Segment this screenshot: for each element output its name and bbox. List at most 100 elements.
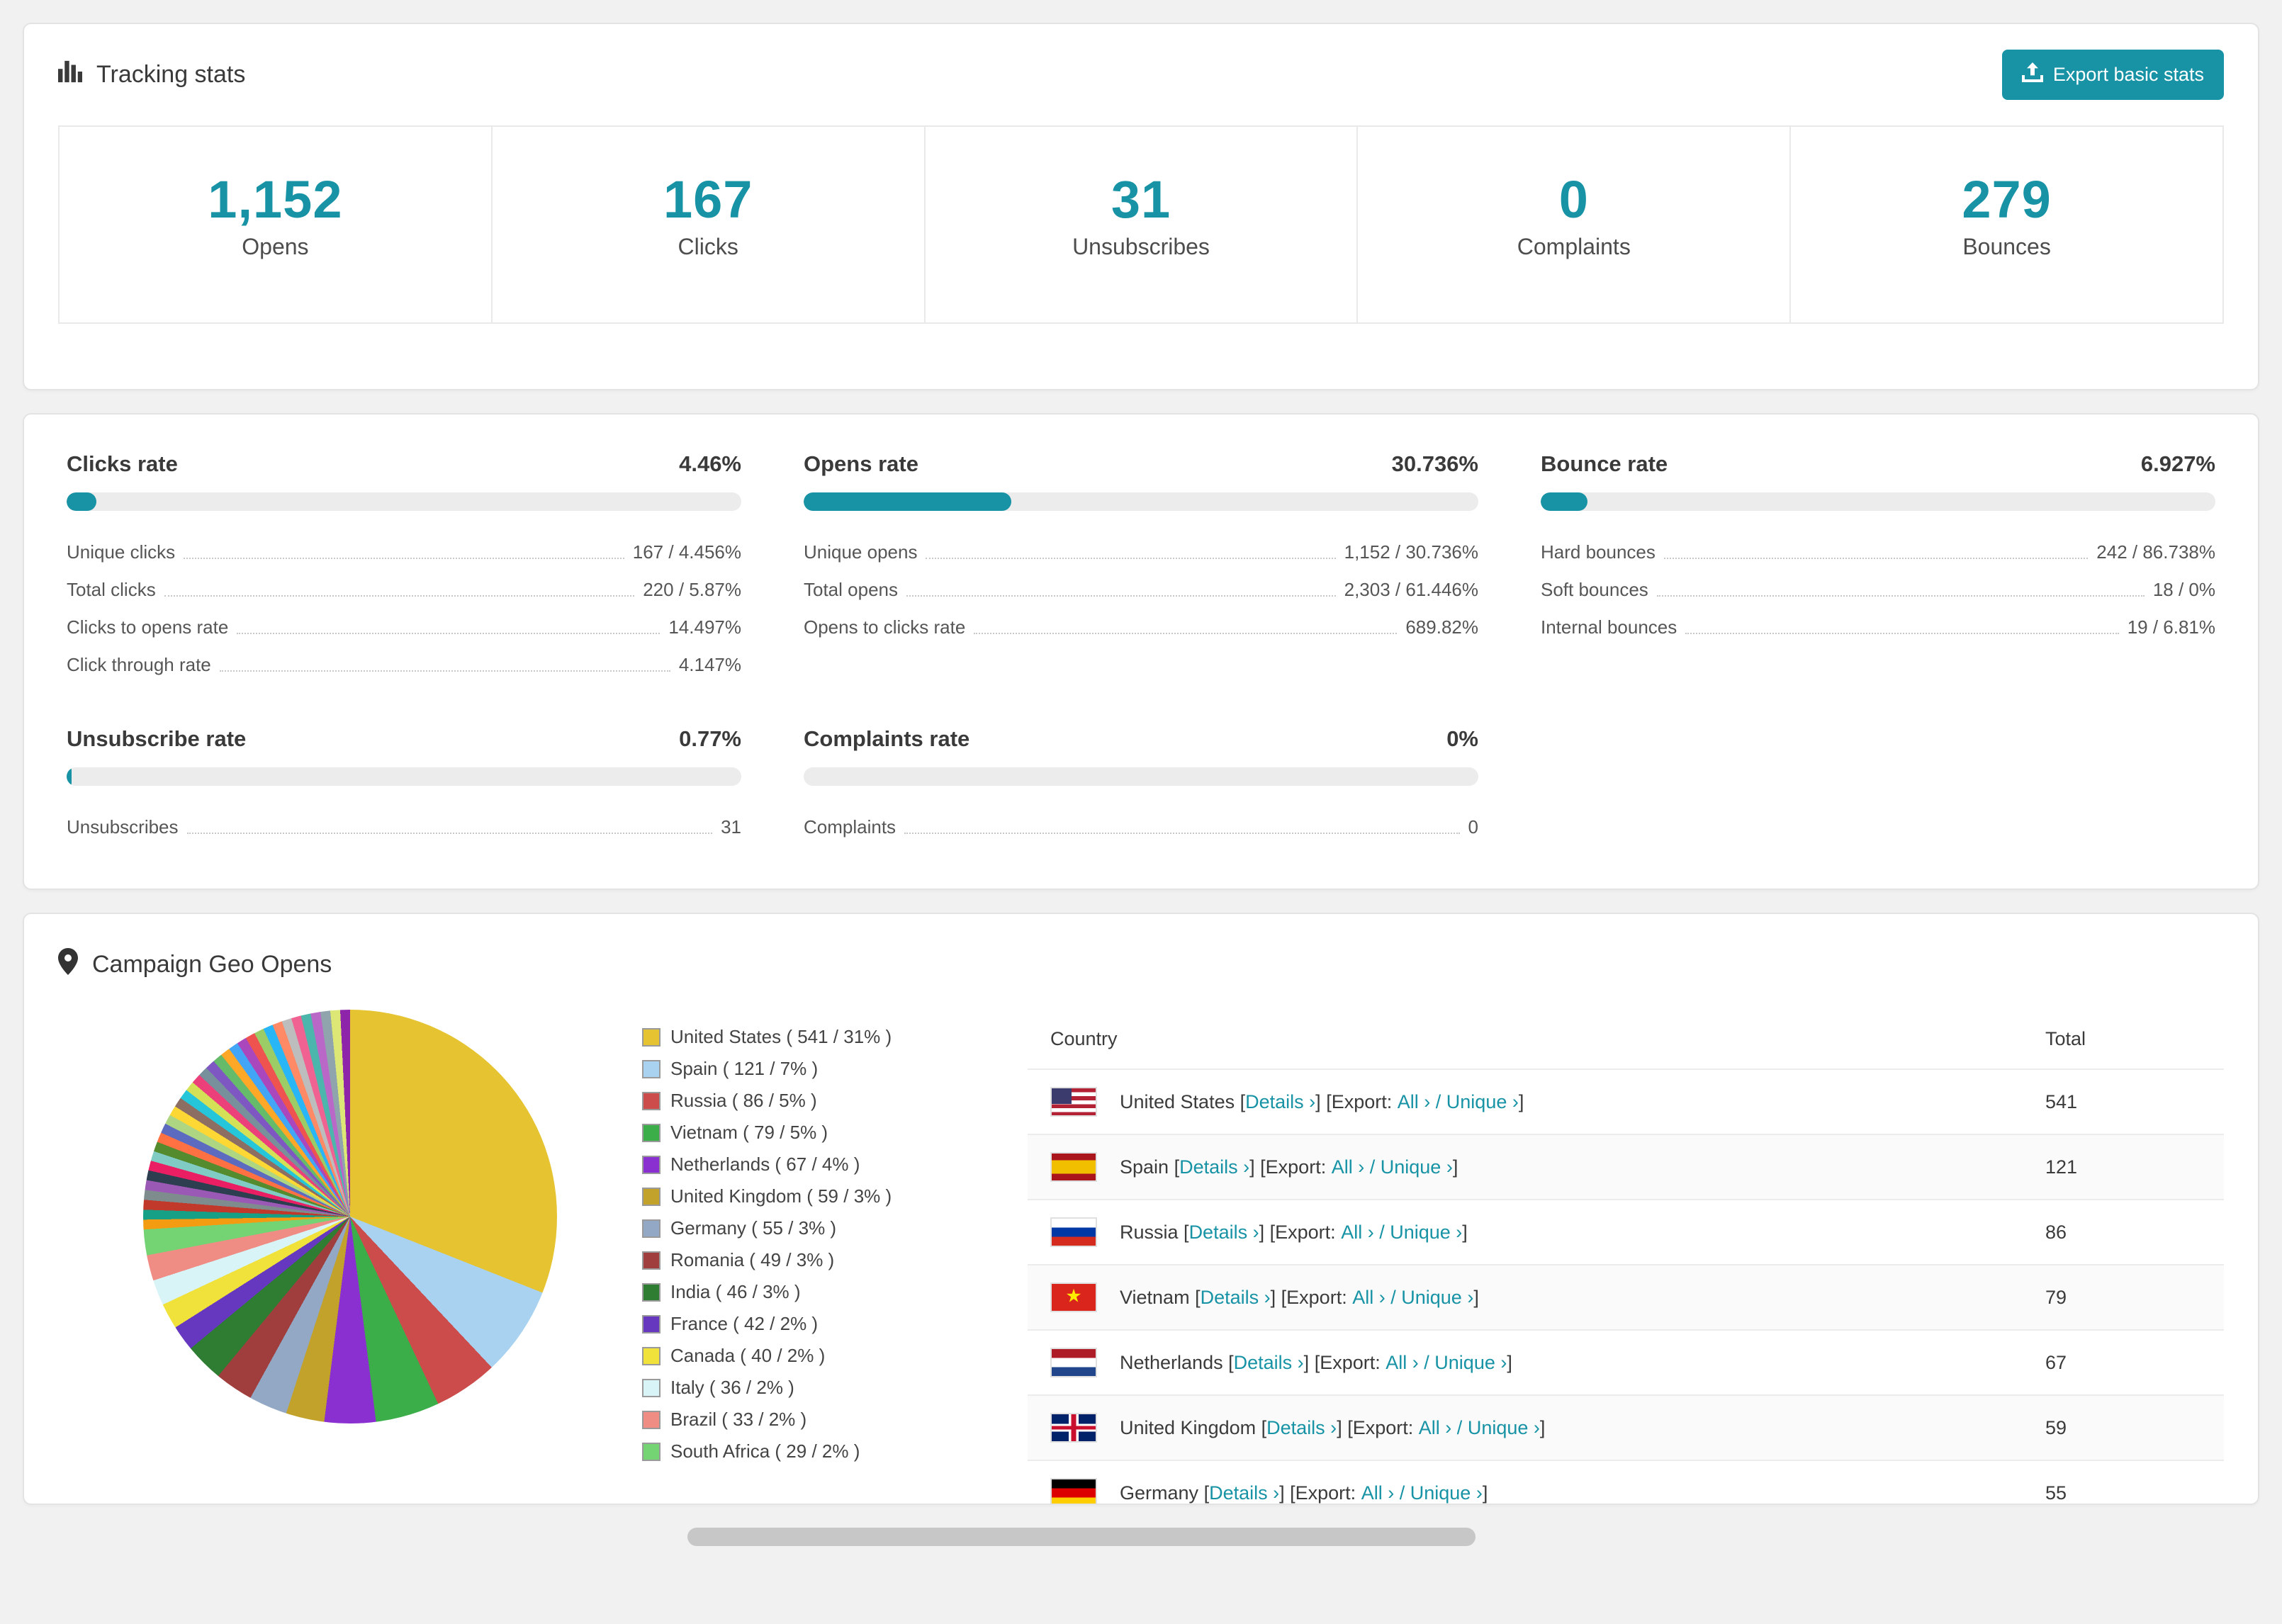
export-unique-link[interactable]: Unique › bbox=[1410, 1482, 1483, 1504]
tracking-stats-header: Tracking stats Export basic stats bbox=[58, 50, 2224, 100]
table-row: United States [Details ›] [Export: All ›… bbox=[1028, 1068, 2224, 1134]
bracket: ] bbox=[1249, 1156, 1255, 1178]
bracket: ] bbox=[1507, 1351, 1512, 1373]
legend-label: United States ( 541 / 31% ) bbox=[670, 1026, 892, 1047]
export-unique-link[interactable]: Unique › bbox=[1468, 1417, 1540, 1439]
table-row: Russia [Details ›] [Export: All › / Uniq… bbox=[1028, 1199, 2224, 1264]
export-slash: / bbox=[1390, 1286, 1396, 1308]
flag-es-icon bbox=[1050, 1152, 1097, 1182]
legend-swatch bbox=[642, 1123, 661, 1142]
country-cell: Germany [Details ›] [Export: All › / Uni… bbox=[1120, 1482, 1488, 1504]
stat-row: Click through rate 4.147% bbox=[67, 646, 741, 684]
dotted-leader bbox=[974, 633, 1398, 634]
details-link[interactable]: Details › bbox=[1189, 1222, 1259, 1244]
legend-item: India ( 46 / 3% ) bbox=[642, 1276, 971, 1308]
bracket: ] bbox=[1279, 1482, 1285, 1504]
country-total: 121 bbox=[2045, 1156, 2078, 1178]
dotted-leader bbox=[186, 833, 713, 834]
bracket: [ bbox=[1240, 1090, 1246, 1112]
details-link[interactable]: Details › bbox=[1209, 1482, 1279, 1504]
country-cell: United States [Details ›] [Export: All ›… bbox=[1120, 1091, 1524, 1113]
stat-label: Click through rate bbox=[67, 654, 211, 675]
export-unique-link[interactable]: Unique › bbox=[1381, 1156, 1453, 1178]
export-all-link[interactable]: All › bbox=[1352, 1287, 1386, 1309]
geo-opens-card: Campaign Geo Opens United States ( 541 /… bbox=[23, 913, 2259, 1505]
export-all-link[interactable]: All › bbox=[1361, 1482, 1395, 1504]
stat-label: Opens to clicks rate bbox=[804, 616, 966, 638]
geo-legend: United States ( 541 / 31% ) Spain ( 121 … bbox=[642, 1010, 971, 1467]
rate-value: 0.77% bbox=[679, 726, 741, 751]
export-slash: / bbox=[1379, 1221, 1385, 1243]
legend-swatch bbox=[642, 1059, 661, 1078]
bar-chart-icon bbox=[58, 60, 82, 89]
export-all-link[interactable]: All › bbox=[1398, 1091, 1431, 1113]
legend-swatch bbox=[642, 1091, 661, 1110]
legend-item: Netherlands ( 67 / 4% ) bbox=[642, 1149, 971, 1180]
bracket: ] bbox=[1473, 1286, 1479, 1308]
stat-row: Soft bounces 18 / 0% bbox=[1541, 571, 2215, 609]
summary-stats-strip: 1,152 Opens 167 Clicks 31 Unsubscribes 0… bbox=[58, 125, 2224, 324]
geo-opens-title: Campaign Geo Opens bbox=[92, 951, 332, 978]
stat-label: Clicks to opens rate bbox=[67, 616, 229, 638]
export-unique-link[interactable]: Unique › bbox=[1390, 1222, 1462, 1244]
dotted-leader bbox=[904, 833, 1460, 834]
stat-row: Complaints 0 bbox=[804, 808, 1478, 846]
export-unique-link[interactable]: Unique › bbox=[1434, 1352, 1507, 1374]
stat-value: 167 / 4.456% bbox=[632, 541, 741, 563]
country-cell: Spain [Details ›] [Export: All › / Uniqu… bbox=[1120, 1156, 1458, 1178]
stat-label: Internal bounces bbox=[1541, 616, 1677, 638]
rate-title: Bounce rate bbox=[1541, 451, 1668, 476]
stat-row: Clicks to opens rate 14.497% bbox=[67, 609, 741, 646]
details-link[interactable]: Details › bbox=[1245, 1091, 1315, 1113]
country-total: 79 bbox=[2045, 1286, 2067, 1308]
export-prefix: [Export: bbox=[1314, 1351, 1381, 1373]
country-name: Germany bbox=[1120, 1482, 1199, 1504]
summary-stat-box: 31 Unsubscribes bbox=[926, 127, 1359, 322]
rate-stat-list: Unsubscribes 31 bbox=[67, 808, 741, 846]
rate-progress-track bbox=[804, 767, 1478, 786]
details-link[interactable]: Details › bbox=[1234, 1352, 1304, 1374]
export-slash: / bbox=[1399, 1482, 1405, 1504]
stat-label: Unsubscribes bbox=[67, 816, 179, 838]
legend-swatch bbox=[642, 1410, 661, 1429]
export-slash: / bbox=[1456, 1416, 1463, 1438]
export-basic-stats-button[interactable]: Export basic stats bbox=[2001, 50, 2224, 100]
stat-row: Opens to clicks rate 689.82% bbox=[804, 609, 1478, 646]
legend-swatch bbox=[642, 1314, 661, 1333]
legend-label: Russia ( 86 / 5% ) bbox=[670, 1090, 817, 1111]
stat-row: Unique opens 1,152 / 30.736% bbox=[804, 534, 1478, 571]
summary-stat-box: 1,152 Opens bbox=[60, 127, 493, 322]
legend-label: India ( 46 / 3% ) bbox=[670, 1281, 801, 1302]
country-total: 59 bbox=[2045, 1416, 2067, 1438]
rate-block-unsubscribe: Unsubscribe rate 0.77% Unsubscribes 31 bbox=[67, 726, 741, 846]
bracket: [ bbox=[1184, 1221, 1189, 1243]
tracking-stats-card: Tracking stats Export basic stats 1,152 … bbox=[23, 23, 2259, 390]
export-unique-link[interactable]: Unique › bbox=[1446, 1091, 1519, 1113]
legend-swatch bbox=[642, 1346, 661, 1365]
stat-label: Total clicks bbox=[67, 579, 156, 600]
stat-row: Hard bounces 242 / 86.738% bbox=[1541, 534, 2215, 571]
bracket: ] bbox=[1315, 1090, 1321, 1112]
horizontal-scrollbar[interactable] bbox=[687, 1528, 1476, 1546]
legend-swatch bbox=[642, 1251, 661, 1270]
details-link[interactable]: Details › bbox=[1201, 1287, 1271, 1309]
stat-row: Internal bounces 19 / 6.81% bbox=[1541, 609, 2215, 646]
export-all-link[interactable]: All › bbox=[1341, 1222, 1374, 1244]
export-all-link[interactable]: All › bbox=[1419, 1417, 1452, 1439]
export-unique-link[interactable]: Unique › bbox=[1401, 1287, 1473, 1309]
stat-value: 14.497% bbox=[668, 616, 741, 638]
legend-label: Spain ( 121 / 7% ) bbox=[670, 1058, 819, 1079]
flag-gb-icon bbox=[1050, 1413, 1097, 1443]
details-link[interactable]: Details › bbox=[1266, 1417, 1337, 1439]
bracket: [ bbox=[1228, 1351, 1234, 1373]
stat-label: Total opens bbox=[804, 579, 898, 600]
legend-swatch bbox=[642, 1282, 661, 1302]
legend-label: Canada ( 40 / 2% ) bbox=[670, 1345, 826, 1366]
flag-nl-icon bbox=[1050, 1348, 1097, 1377]
export-all-link[interactable]: All › bbox=[1386, 1352, 1419, 1374]
table-row: Vietnam [Details ›] [Export: All › / Uni… bbox=[1028, 1264, 2224, 1329]
details-link[interactable]: Details › bbox=[1179, 1156, 1249, 1178]
export-prefix: [Export: bbox=[1269, 1221, 1336, 1243]
export-all-link[interactable]: All › bbox=[1332, 1156, 1365, 1178]
legend-label: Vietnam ( 79 / 5% ) bbox=[670, 1122, 828, 1143]
